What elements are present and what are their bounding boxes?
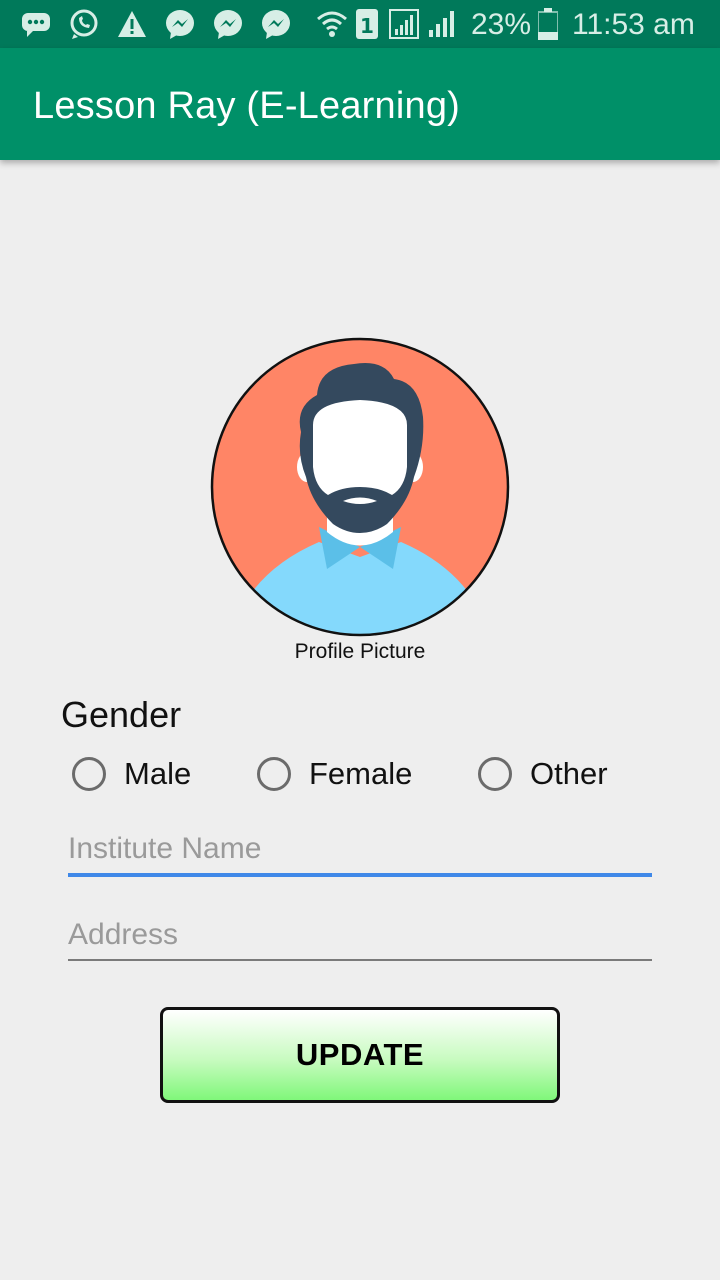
battery-percent: 23%: [471, 8, 532, 41]
clock: 11:53 am: [572, 8, 695, 41]
radio-male[interactable]: Male: [72, 752, 191, 796]
sim-1-icon: 1: [355, 0, 379, 48]
wifi-icon: [316, 0, 348, 48]
profile-picture-caption: Profile Picture: [294, 640, 426, 663]
whatsapp-icon: [67, 0, 101, 48]
address-input[interactable]: [68, 911, 652, 961]
messenger-icon: [163, 0, 197, 48]
radio-circle[interactable]: [257, 757, 291, 791]
status-bar: 1 23% 11:53 am: [0, 0, 720, 48]
app-bar: Lesson Ray (E-Learning): [0, 48, 720, 160]
warning-icon: [116, 0, 148, 48]
update-button[interactable]: UPDATE: [160, 1007, 560, 1103]
svg-text:1: 1: [360, 14, 374, 38]
gender-label: Gender: [61, 694, 182, 735]
radio-circle[interactable]: [478, 757, 512, 791]
radio-label-other: Other: [530, 756, 608, 791]
app-title: Lesson Ray (E-Learning): [33, 85, 461, 127]
signal-icon: [388, 0, 420, 48]
profile-picture[interactable]: [209, 337, 511, 637]
radio-female[interactable]: Female: [257, 752, 412, 796]
radio-label-male: Male: [124, 756, 192, 791]
radio-circle[interactable]: [72, 757, 106, 791]
signal-icon: [426, 0, 456, 48]
messenger-icon: [259, 0, 293, 48]
institute-name-input[interactable]: [68, 825, 652, 877]
battery-icon: [537, 0, 559, 48]
messenger-icon: [211, 0, 245, 48]
radio-other[interactable]: Other: [478, 752, 608, 796]
sms-icon: [20, 0, 52, 48]
radio-label-female: Female: [309, 756, 413, 791]
